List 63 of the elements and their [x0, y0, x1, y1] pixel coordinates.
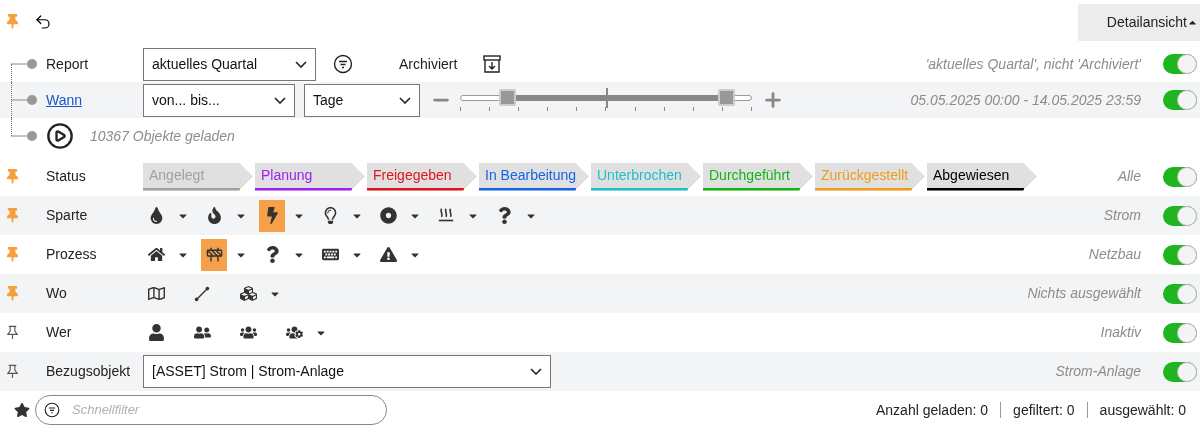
undo-icon[interactable]: [34, 13, 52, 31]
count-label: ausgewählt: 0: [1099, 400, 1186, 420]
filter-label: Report: [45, 54, 90, 74]
status-stage[interactable]: Planung: [255, 162, 365, 191]
dropdown-select[interactable]: von... bis...: [143, 83, 295, 117]
filter-summary: Alle: [1117, 167, 1141, 186]
filter-label: Bezugsobjekt: [45, 362, 132, 381]
toggle-switch[interactable]: [1163, 90, 1197, 110]
dropdown-select[interactable]: Tage: [304, 83, 420, 117]
chevron-down-icon: [530, 368, 542, 375]
status-stage[interactable]: Abgewiesen: [927, 162, 1037, 191]
filter-label: Prozess: [45, 245, 98, 264]
count-label: Anzahl geladen: 0: [876, 400, 989, 420]
filter-summary: Inaktiv: [1100, 323, 1141, 342]
bolt-icon[interactable]: [259, 199, 285, 232]
tree-connector-drawing: [11, 95, 37, 105]
filter-summary: Strom-Anlage: [1055, 362, 1141, 381]
slider-thumb[interactable]: [718, 89, 735, 106]
quick-filter-input[interactable]: Schnellfilter: [72, 400, 378, 420]
tree-connector-drawing: [11, 131, 37, 141]
toggle-switch[interactable]: [1163, 54, 1197, 74]
play-icon[interactable]: [46, 122, 74, 150]
filter-label: Wo: [45, 284, 68, 303]
filter-label: Status: [45, 167, 87, 186]
status-stage[interactable]: In Bearbeitung: [479, 162, 589, 191]
filter-icon[interactable]: [333, 54, 353, 74]
toggle-switch[interactable]: [1163, 166, 1197, 187]
select-value: [ASSET] Strom | Strom-Anlage: [152, 362, 344, 381]
favorite-star-icon[interactable]: [14, 402, 30, 418]
chevron-down-icon: [399, 96, 411, 104]
count-label: gefiltert: 0: [1013, 400, 1075, 420]
dropdown-select[interactable]: [ASSET] Strom | Strom-Anlage: [143, 355, 551, 388]
filter-summary: Strom: [1103, 206, 1141, 225]
filter-summary: 'aktuelles Quartal', nicht 'Archiviert': [925, 54, 1141, 74]
plus-icon[interactable]: [762, 89, 784, 111]
tree-connector-drawing: [11, 59, 37, 69]
filter-label-link[interactable]: Wann: [38, 89, 143, 111]
dropdown-select[interactable]: aktuelles Quartal: [143, 47, 316, 81]
toggle-switch[interactable]: [1163, 283, 1197, 304]
pin-icon[interactable]: [5, 364, 20, 379]
chevron-down-icon: [295, 60, 307, 68]
filter-icon: [44, 402, 60, 418]
toggle-switch[interactable]: [1163, 361, 1197, 382]
toggle-switch[interactable]: [1163, 244, 1197, 265]
view-toggle-button[interactable]: Detailansicht: [1078, 4, 1200, 41]
select-value: von... bis...: [152, 90, 220, 110]
filter-label: Sparte: [45, 206, 89, 225]
load-status: 10367 Objekte geladen: [90, 126, 235, 146]
select-value: Tage: [313, 90, 344, 110]
status-stage[interactable]: Freigegeben: [367, 162, 477, 191]
toggle-switch[interactable]: [1163, 205, 1197, 226]
slider-thumb[interactable]: [499, 89, 516, 106]
barrier-icon[interactable]: [201, 238, 227, 271]
toggle-switch[interactable]: [1163, 322, 1197, 343]
archive-icon[interactable]: [482, 54, 503, 74]
chevron-down-icon: [274, 96, 286, 104]
archived-label: Archiviert: [399, 54, 458, 74]
filter-summary: Netzbau: [1088, 245, 1141, 264]
filter-summary: Nichts ausgewählt: [1027, 284, 1141, 303]
select-value: aktuelles Quartal: [152, 54, 258, 74]
filter-summary: 05.05.2025 00:00 - 14.05.2025 23:59: [910, 90, 1141, 110]
filter-label: Wer: [45, 323, 73, 342]
pin-icon[interactable]: [5, 325, 20, 340]
